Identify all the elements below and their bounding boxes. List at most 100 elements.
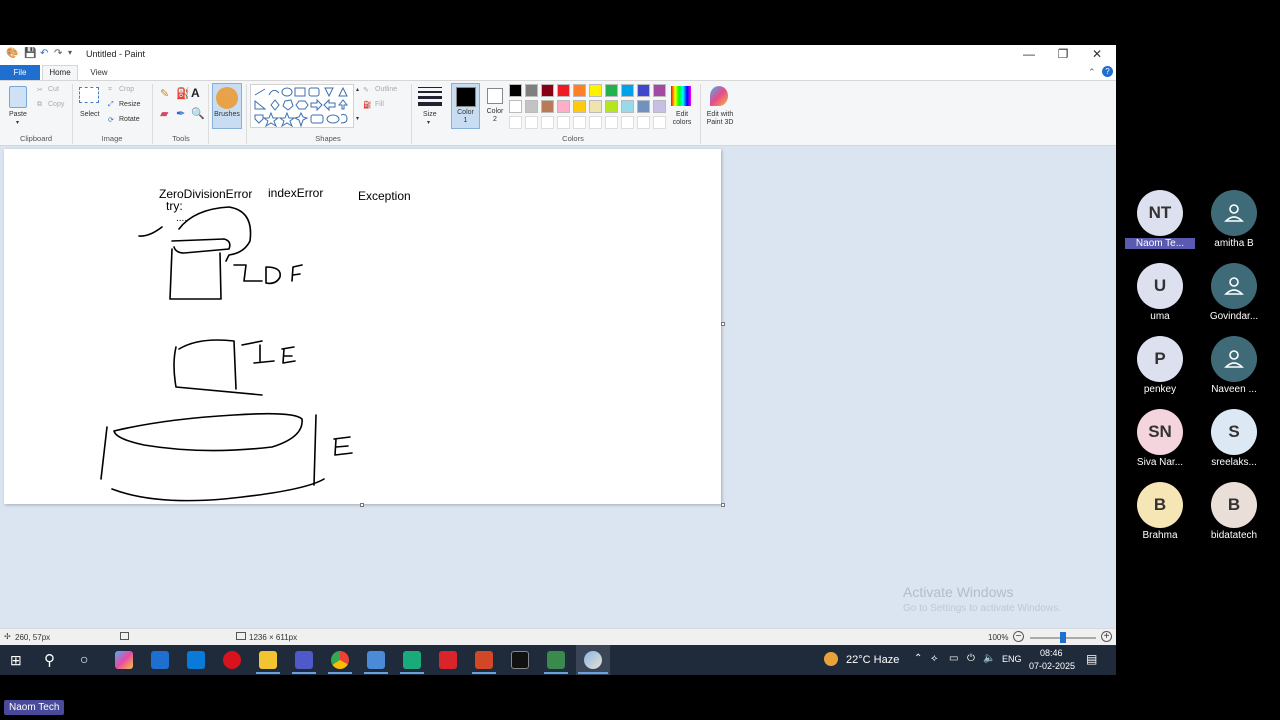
participant-tile[interactable]: amitha B — [1199, 190, 1269, 249]
windows-start-icon[interactable]: ⊞ — [10, 652, 22, 669]
size-dropdown-icon[interactable]: ▾ — [427, 119, 430, 126]
custom-color-slot[interactable] — [653, 116, 666, 129]
powerpoint-icon[interactable] — [475, 651, 493, 669]
weather-text[interactable]: 22°C Haze — [846, 654, 899, 666]
color2-button[interactable]: Color 2 — [483, 83, 507, 129]
custom-color-slot[interactable] — [573, 116, 586, 129]
palette-color-swatch[interactable] — [541, 84, 554, 97]
shapes-gallery[interactable] — [250, 84, 354, 128]
palette-color-swatch[interactable] — [637, 100, 650, 113]
palette-color-swatch[interactable] — [509, 84, 522, 97]
clock-date[interactable]: 07-02-2025 — [1029, 661, 1075, 671]
palette-color-swatch[interactable] — [573, 84, 586, 97]
custom-color-slot[interactable] — [541, 116, 554, 129]
cut-icon[interactable]: ✂ — [37, 86, 43, 94]
edit-with-paint3d-button[interactable]: Edit with Paint 3D — [702, 111, 738, 127]
crop-button[interactable]: Crop — [119, 86, 134, 93]
chrome-icon[interactable] — [331, 651, 349, 669]
resize-button[interactable]: Resize — [119, 101, 140, 108]
help-icon[interactable]: ? — [1102, 66, 1113, 77]
custom-color-slot[interactable] — [589, 116, 602, 129]
custom-color-slot[interactable] — [509, 116, 522, 129]
palette-color-swatch[interactable] — [589, 84, 602, 97]
tab-view[interactable]: View — [82, 65, 116, 80]
opera-icon[interactable] — [223, 651, 241, 669]
color1-button[interactable]: Color 1 — [451, 83, 480, 129]
participant-tile[interactable]: Govindar... — [1199, 263, 1269, 322]
rotate-icon[interactable]: ⟳ — [108, 116, 114, 124]
cut-button[interactable]: Cut — [48, 86, 59, 93]
quick-access-dropdown-icon[interactable]: ▾ — [68, 48, 72, 57]
paint3d-icon[interactable] — [710, 86, 728, 106]
select-icon[interactable] — [79, 87, 99, 103]
notifications-icon[interactable]: ▤ — [1086, 652, 1097, 666]
collapse-ribbon-icon[interactable]: ⌃ — [1088, 67, 1096, 78]
palette-color-swatch[interactable] — [525, 84, 538, 97]
magnifier-icon[interactable]: 🔍 — [191, 107, 205, 120]
custom-color-slot[interactable] — [605, 116, 618, 129]
copy-icon[interactable]: ⧉ — [37, 101, 42, 109]
shapes-scroll-icon[interactable]: ▴ — [356, 86, 359, 93]
custom-color-slot[interactable] — [525, 116, 538, 129]
select-button[interactable]: Select — [80, 111, 99, 118]
battery-icon[interactable]: ▭ — [949, 653, 958, 664]
palette-color-swatch[interactable] — [605, 84, 618, 97]
custom-color-slot[interactable] — [557, 116, 570, 129]
edit-colors-button[interactable]: Edit colors — [668, 111, 696, 127]
outline-button[interactable]: Outline — [375, 86, 397, 93]
palette-color-swatch[interactable] — [541, 100, 554, 113]
fill-bucket-icon[interactable]: ⛽ — [176, 87, 190, 100]
palette-color-swatch[interactable] — [557, 84, 570, 97]
participant-tile[interactable]: Uuma — [1125, 263, 1195, 322]
canvas-resize-handle-bottom[interactable] — [360, 503, 364, 507]
pencil-icon[interactable]: ✎ — [160, 87, 169, 100]
search-icon[interactable]: ⚲ — [44, 651, 55, 669]
participant-tile[interactable]: NT Naom Te... — [1125, 190, 1195, 249]
palette-color-swatch[interactable] — [509, 100, 522, 113]
size-icon[interactable] — [418, 87, 442, 106]
terminal-icon[interactable] — [511, 651, 529, 669]
rotate-button[interactable]: Rotate — [119, 116, 140, 123]
network-icon[interactable]: ⟡ — [931, 653, 938, 664]
palette-color-swatch[interactable] — [653, 84, 666, 97]
store-icon[interactable] — [187, 651, 205, 669]
palette-color-swatch[interactable] — [525, 100, 538, 113]
paint-taskbar-button[interactable] — [576, 645, 610, 675]
teams-icon[interactable] — [295, 651, 313, 669]
tab-home[interactable]: Home — [42, 65, 78, 80]
acrobat-icon[interactable] — [439, 651, 457, 669]
participant-tile[interactable]: Bbidatatech — [1199, 482, 1269, 541]
crop-icon[interactable]: ⌗ — [108, 86, 112, 94]
weather-icon[interactable] — [824, 652, 838, 666]
language-indicator[interactable]: ENG — [1002, 654, 1022, 664]
eraser-icon[interactable]: ▰ — [160, 107, 168, 120]
participant-tile[interactable]: Ssreelaks... — [1199, 409, 1269, 468]
notepad-plus-icon[interactable] — [547, 651, 565, 669]
paste-button[interactable]: Paste — [9, 111, 27, 118]
pycharm-icon[interactable] — [403, 651, 421, 669]
palette-color-swatch[interactable] — [653, 100, 666, 113]
canvas-resize-handle-right[interactable] — [721, 322, 725, 326]
power-icon[interactable]: ⏻ — [967, 653, 975, 664]
undo-icon[interactable]: ↶ — [40, 48, 48, 59]
canvas-resize-handle-corner[interactable] — [721, 503, 725, 507]
custom-color-slot[interactable] — [637, 116, 650, 129]
zoom-out-button[interactable]: − — [1013, 631, 1024, 642]
copy-button[interactable]: Copy — [48, 101, 64, 108]
palette-color-swatch[interactable] — [589, 100, 602, 113]
close-button[interactable]: ✕ — [1087, 47, 1107, 61]
fill-icon[interactable]: ⛽ — [363, 101, 372, 109]
participant-tile[interactable]: SN Siva Nar... — [1125, 409, 1195, 468]
text-tool-icon[interactable]: A — [191, 86, 200, 100]
paste-dropdown-icon[interactable]: ▾ — [16, 119, 19, 126]
save-icon[interactable]: 💾 — [24, 48, 36, 59]
zoom-slider-thumb[interactable] — [1060, 632, 1066, 643]
participant-tile[interactable]: Naveen ... — [1199, 336, 1269, 395]
copilot-icon[interactable] — [115, 651, 133, 669]
restore-button[interactable]: ❐ — [1053, 47, 1073, 61]
size-button[interactable]: Size — [423, 111, 437, 118]
clock-time[interactable]: 08:46 — [1040, 648, 1063, 658]
zoom-in-button[interactable]: + — [1101, 631, 1112, 642]
palette-color-swatch[interactable] — [605, 100, 618, 113]
file-explorer-icon[interactable] — [259, 651, 277, 669]
